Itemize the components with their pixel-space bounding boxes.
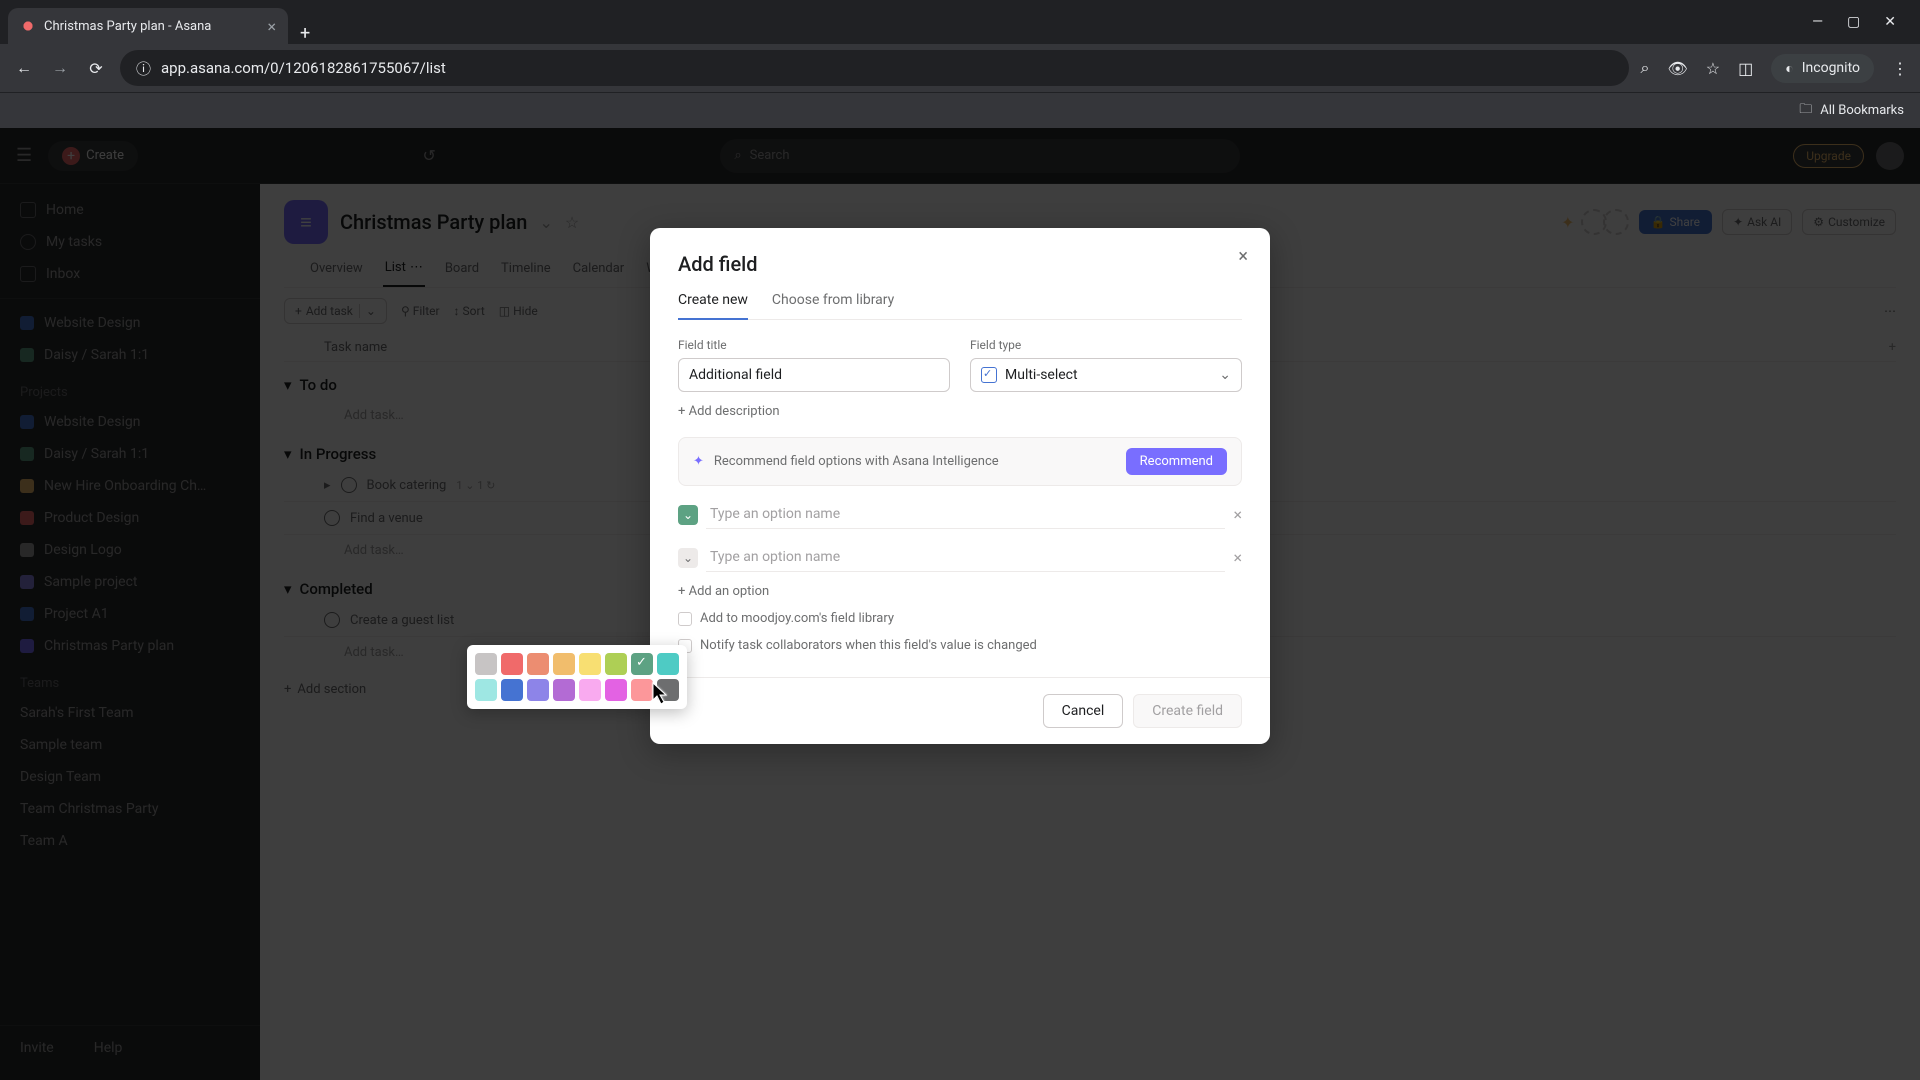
option-name-input[interactable]: [706, 543, 1225, 572]
color-swatch[interactable]: [657, 679, 679, 701]
close-window-icon[interactable]: ✕: [1884, 14, 1896, 30]
star-icon[interactable]: ☆: [1706, 59, 1720, 78]
url-text: app.asana.com/0/1206182861755067/list: [161, 59, 446, 77]
color-swatch[interactable]: [501, 653, 523, 675]
back-icon[interactable]: ←: [12, 58, 36, 78]
maximize-icon[interactable]: ▢: [1847, 14, 1860, 30]
field-type-label: Field type: [970, 338, 1242, 352]
tab-favicon-icon: [20, 18, 36, 34]
remove-option-icon[interactable]: ×: [1233, 548, 1242, 567]
color-picker-popover: [467, 645, 687, 709]
chevron-down-icon: ⌄: [1219, 367, 1231, 383]
color-swatch[interactable]: [527, 653, 549, 675]
cancel-button[interactable]: Cancel: [1043, 694, 1124, 728]
forward-icon: →: [48, 58, 72, 78]
search-icon[interactable]: ⌕: [1641, 58, 1650, 78]
field-type-select[interactable]: Multi-select ⌄: [970, 358, 1242, 392]
browser-tab[interactable]: Christmas Party plan - Asana ×: [8, 8, 288, 44]
create-field-button: Create field: [1133, 694, 1242, 728]
reload-icon[interactable]: ⟳: [84, 59, 108, 78]
checkbox-label[interactable]: Notify task collaborators when this fiel…: [700, 638, 1037, 653]
tab-title: Christmas Party plan - Asana: [44, 19, 211, 34]
color-swatch[interactable]: [579, 653, 601, 675]
modal-tab-create[interactable]: Create new: [678, 292, 748, 320]
new-tab-button[interactable]: +: [288, 23, 322, 44]
all-bookmarks-button[interactable]: All Bookmarks: [1820, 103, 1904, 118]
window-controls: — ▢ ✕: [1796, 0, 1912, 44]
field-title-input[interactable]: [678, 358, 950, 392]
ai-text: Recommend field options with Asana Intel…: [714, 454, 999, 469]
option-color-chip[interactable]: ⌄: [678, 505, 698, 525]
add-option-button[interactable]: Add an option: [678, 584, 1242, 599]
field-title-label: Field title: [678, 338, 950, 352]
option-color-chip[interactable]: ⌄: [678, 548, 698, 568]
incognito-icon: ◐: [1785, 60, 1793, 77]
add-description-button[interactable]: Add description: [678, 404, 1242, 419]
remove-option-icon[interactable]: ×: [1233, 505, 1242, 524]
minimize-icon[interactable]: —: [1812, 14, 1823, 30]
color-swatch[interactable]: [475, 653, 497, 675]
address-bar[interactable]: ⓘ app.asana.com/0/1206182861755067/list: [120, 50, 1629, 86]
tab-close-icon[interactable]: ×: [267, 17, 276, 36]
add-field-modal: × Add field Create new Choose from libra…: [650, 228, 1270, 744]
close-icon[interactable]: ×: [1238, 246, 1248, 267]
color-swatch[interactable]: [501, 679, 523, 701]
color-swatch[interactable]: [631, 653, 653, 675]
incognito-badge[interactable]: ◐ Incognito: [1771, 54, 1874, 83]
color-swatch[interactable]: [553, 653, 575, 675]
color-swatch[interactable]: [605, 653, 627, 675]
recommend-button[interactable]: Recommend: [1126, 448, 1227, 475]
modal-title: Add field: [678, 252, 1242, 276]
color-swatch[interactable]: [631, 679, 653, 701]
color-swatch[interactable]: [527, 679, 549, 701]
kebab-menu-icon[interactable]: ⋮: [1892, 59, 1908, 78]
sparkle-icon: ✦: [693, 454, 704, 469]
color-swatch[interactable]: [605, 679, 627, 701]
multiselect-icon: [981, 367, 997, 383]
color-swatch[interactable]: [475, 679, 497, 701]
checkbox[interactable]: [678, 612, 692, 626]
site-info-icon[interactable]: ⓘ: [136, 58, 151, 79]
option-name-input[interactable]: [706, 500, 1225, 529]
color-swatch[interactable]: [579, 679, 601, 701]
field-type-value: Multi-select: [1005, 367, 1078, 383]
color-swatch[interactable]: [553, 679, 575, 701]
ai-recommend-row: ✦ Recommend field options with Asana Int…: [678, 437, 1242, 486]
eye-off-icon[interactable]: 👁: [1667, 59, 1687, 78]
color-swatch[interactable]: [657, 653, 679, 675]
sidepanel-icon[interactable]: ◫: [1738, 59, 1753, 78]
checkbox-label[interactable]: Add to moodjoy.com's field library: [700, 611, 894, 626]
modal-tab-library[interactable]: Choose from library: [772, 292, 894, 319]
incognito-label: Incognito: [1802, 60, 1860, 76]
folder-icon: 🗀: [1799, 100, 1812, 122]
